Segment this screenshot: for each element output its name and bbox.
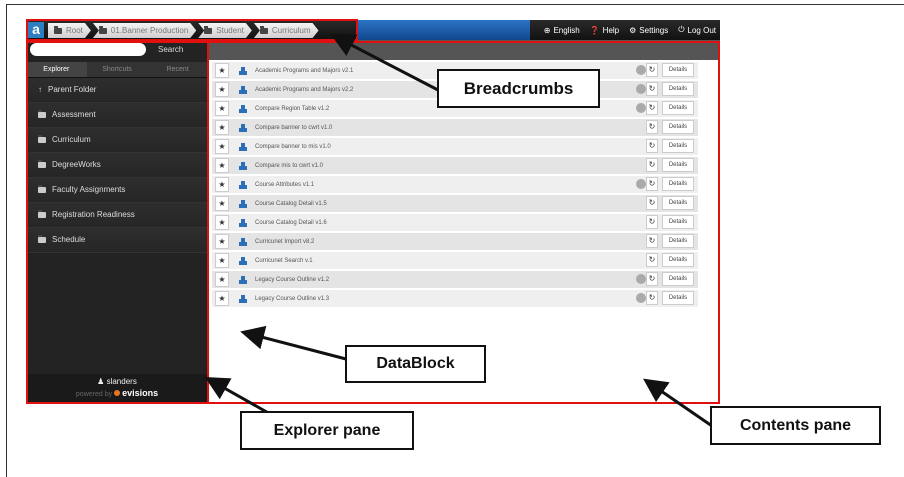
datablock-arrow: [240, 325, 347, 361]
explorer-pane-callout: Explorer pane: [240, 411, 414, 450]
datablock-callout: DataBlock: [345, 345, 486, 383]
contents-pane-callout: Contents pane: [710, 406, 881, 445]
explorer-arrow: [204, 377, 273, 417]
contents-arrow: [643, 378, 713, 428]
breadcrumbs-callout: Breadcrumbs: [437, 69, 600, 108]
breadcrumbs-arrow: [330, 34, 439, 92]
